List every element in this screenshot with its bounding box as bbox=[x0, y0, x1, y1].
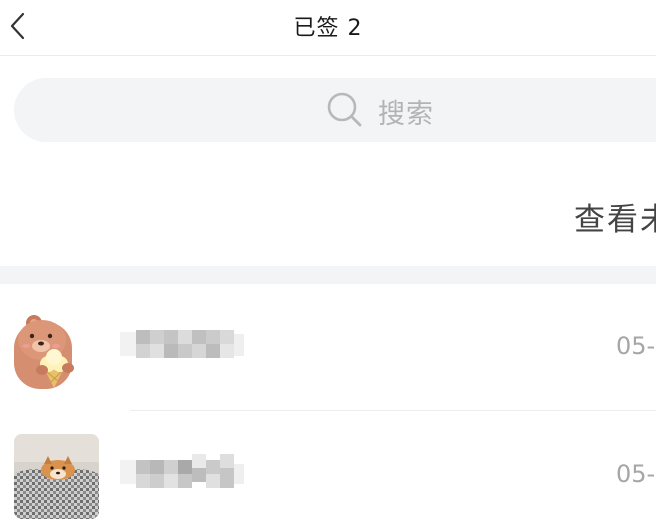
list-item[interactable]: 05-0 bbox=[0, 414, 656, 520]
list-divider bbox=[130, 410, 656, 411]
page-title: 已签 2 bbox=[293, 16, 363, 41]
name-blurred bbox=[120, 330, 244, 358]
dog-photo-avatar-icon bbox=[14, 434, 99, 519]
search-icon bbox=[327, 92, 362, 127]
list-item[interactable]: 05-0 bbox=[0, 290, 656, 410]
header-bar: 已签 2 bbox=[0, 0, 656, 56]
search-placeholder: 搜索 bbox=[378, 99, 434, 130]
avatar bbox=[14, 304, 99, 389]
search-input[interactable]: 搜索 bbox=[14, 78, 656, 142]
signed-list-page: 已签 2 搜索 查看未 bbox=[0, 0, 656, 520]
name-blurred bbox=[120, 454, 244, 488]
section-divider bbox=[0, 266, 656, 284]
avatar bbox=[14, 434, 99, 519]
list-item-time: 05-0 bbox=[616, 332, 656, 360]
view-unsigned-link[interactable]: 查看未 bbox=[574, 194, 656, 239]
bear-avatar-icon bbox=[14, 304, 99, 389]
list-item-time: 05-0 bbox=[616, 460, 656, 488]
